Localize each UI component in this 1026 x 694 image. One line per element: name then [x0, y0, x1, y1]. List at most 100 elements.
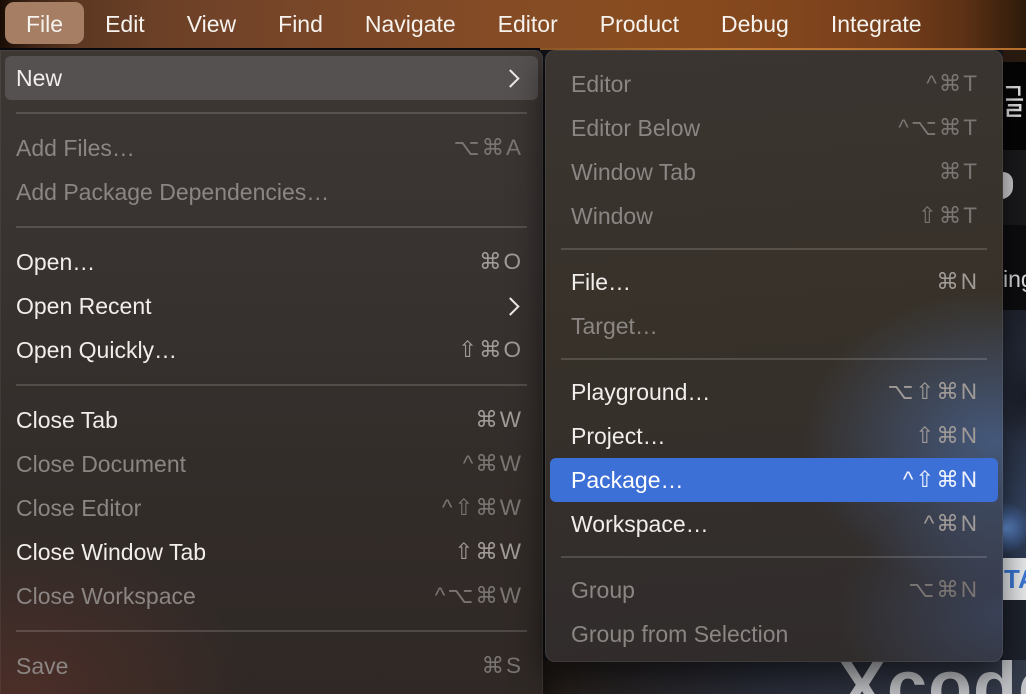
menu-item-label: Add Package Dependencies…: [16, 179, 523, 206]
menu-item-open-recent[interactable]: Open Recent: [0, 284, 543, 328]
menu-item-label: Package…: [571, 467, 903, 494]
menubar-item-label: Integrate: [831, 11, 922, 38]
menu-separator: [561, 358, 987, 360]
menu-item-label: Window Tab: [571, 159, 939, 186]
menu-item-label: Close Window Tab: [16, 539, 454, 566]
menubar-item-label: Find: [278, 11, 323, 38]
menu-separator: [16, 112, 527, 114]
shortcut-label: ^⌘T: [926, 71, 979, 97]
background-dark-block: [1003, 600, 1026, 662]
shortcut-label: ⇧⌘T: [918, 203, 979, 229]
partial-text-ing: ing: [1003, 266, 1026, 293]
shortcut-label: ⇧⌘W: [454, 539, 523, 565]
submenu-item-editor[interactable]: Editor ^⌘T: [545, 62, 1003, 106]
menu-item-duplicate[interactable]: Duplicate… ⇧⌘S: [0, 688, 543, 694]
menubar-item-file[interactable]: File: [5, 0, 84, 48]
menu-item-label: File…: [571, 269, 936, 296]
menu-item-label: Playground…: [571, 379, 887, 406]
menu-item-label: New: [16, 65, 504, 92]
menubar-item-product[interactable]: Product: [579, 0, 700, 48]
menu-item-label: Workspace…: [571, 511, 924, 538]
submenu-item-window[interactable]: Window ⇧⌘T: [545, 194, 1003, 238]
shortcut-label: ⌘S: [481, 653, 523, 679]
menu-item-label: Target…: [571, 313, 979, 340]
menu-separator: [561, 248, 987, 250]
shortcut-label: ^⇧⌘N: [903, 467, 979, 493]
wallpaper-orange-rim: [540, 48, 1026, 50]
shortcut-label: ⇧⌘O: [458, 337, 523, 363]
submenu-arrow-icon: [501, 297, 519, 315]
shortcut-label: ^⌥⌘W: [435, 583, 523, 609]
menu-separator: [16, 226, 527, 228]
menubar-item-label: Editor: [498, 11, 558, 38]
menubar-item-integrate[interactable]: Integrate: [810, 0, 943, 48]
submenu-item-target[interactable]: Target…: [545, 304, 1003, 348]
menu-item-label: Window: [571, 203, 918, 230]
menubar-item-navigate[interactable]: Navigate: [344, 0, 477, 48]
menubar-item-label: Edit: [105, 11, 145, 38]
background-icon-block: [1003, 150, 1026, 225]
shortcut-label: ^⌥⌘T: [898, 115, 979, 141]
menu-item-label: Open Quickly…: [16, 337, 458, 364]
background-text-block: ing: [1003, 225, 1026, 310]
menubar-item-label: Debug: [721, 11, 789, 38]
submenu-item-window-tab[interactable]: Window Tab ⌘T: [545, 150, 1003, 194]
menu-separator: [16, 630, 527, 632]
menu-item-label: Open…: [16, 249, 479, 276]
background-black-block: [1003, 62, 1026, 150]
menu-separator: [561, 556, 987, 558]
menu-item-label: Close Tab: [16, 407, 475, 434]
submenu-item-file[interactable]: File… ⌘N: [545, 260, 1003, 304]
menu-item-save[interactable]: Save ⌘S: [0, 644, 543, 688]
menu-item-add-files[interactable]: Add Files… ⌥⌘A: [0, 126, 543, 170]
menu-item-close-editor[interactable]: Close Editor ^⇧⌘W: [0, 486, 543, 530]
file-menu-panel: New Add Files… ⌥⌘A Add Package Dependenc…: [0, 50, 543, 694]
submenu-item-group[interactable]: Group ⌥⌘N: [545, 568, 1003, 612]
shortcut-label: ^⌘W: [463, 451, 523, 477]
shortcut-label: ^⇧⌘W: [442, 495, 523, 521]
menu-item-close-tab[interactable]: Close Tab ⌘W: [0, 398, 543, 442]
menubar-item-label: View: [187, 11, 236, 38]
shortcut-label: ⇧⌘N: [915, 423, 979, 449]
submenu-item-editor-below[interactable]: Editor Below ^⌥⌘T: [545, 106, 1003, 150]
shortcut-label: ⌘N: [936, 269, 979, 295]
screen: ing TA Xcode File Edit View Find Navigat…: [0, 0, 1026, 694]
partial-app-icon: [1003, 172, 1013, 199]
menu-item-label: Group from Selection: [571, 621, 979, 648]
menubar-item-debug[interactable]: Debug: [700, 0, 810, 48]
menubar-item-label: File: [26, 11, 63, 38]
menu-item-close-window-tab[interactable]: Close Window Tab ⇧⌘W: [0, 530, 543, 574]
menu-item-close-document[interactable]: Close Document ^⌘W: [0, 442, 543, 486]
background-artwork-block: [1003, 310, 1026, 558]
submenu-item-group-from-selection[interactable]: Group from Selection: [545, 612, 1003, 656]
menu-item-new[interactable]: New: [5, 56, 538, 100]
new-submenu-panel: Editor ^⌘T Editor Below ^⌥⌘T Window Tab …: [545, 50, 1003, 662]
menu-item-open[interactable]: Open… ⌘O: [0, 240, 543, 284]
menu-item-label: Close Workspace: [16, 583, 435, 610]
shortcut-label: ⌥⇧⌘N: [887, 379, 979, 405]
menu-item-label: Close Document: [16, 451, 463, 478]
menu-item-label: Project…: [571, 423, 915, 450]
submenu-item-workspace[interactable]: Workspace… ^⌘N: [545, 502, 1003, 546]
menubar-item-view[interactable]: View: [166, 0, 257, 48]
menubar-item-edit[interactable]: Edit: [84, 0, 166, 48]
ta-logo-text: TA: [1004, 564, 1026, 595]
menubar-item-label: Navigate: [365, 11, 456, 38]
shortcut-label: ⌘T: [939, 159, 979, 185]
menu-item-label: Editor: [571, 71, 926, 98]
shortcut-label: ^⌘N: [924, 511, 979, 537]
submenu-arrow-icon: [501, 69, 519, 87]
submenu-item-package[interactable]: Package… ^⇧⌘N: [550, 458, 998, 502]
submenu-item-project[interactable]: Project… ⇧⌘N: [545, 414, 1003, 458]
submenu-item-playground[interactable]: Playground… ⌥⇧⌘N: [545, 370, 1003, 414]
menu-item-add-package-dependencies[interactable]: Add Package Dependencies…: [0, 170, 543, 214]
menubar-item-editor[interactable]: Editor: [477, 0, 579, 48]
hangul-geul-glyph-icon: [1005, 84, 1024, 117]
menu-item-close-workspace[interactable]: Close Workspace ^⌥⌘W: [0, 574, 543, 618]
shortcut-label: ⌘W: [475, 407, 523, 433]
background-shadow-block: [1003, 50, 1026, 62]
menubar-item-find[interactable]: Find: [257, 0, 344, 48]
menu-item-open-quickly[interactable]: Open Quickly… ⇧⌘O: [0, 328, 543, 372]
menu-item-label: Add Files…: [16, 135, 454, 162]
xcode-wordmark: Xcode: [838, 660, 1026, 694]
